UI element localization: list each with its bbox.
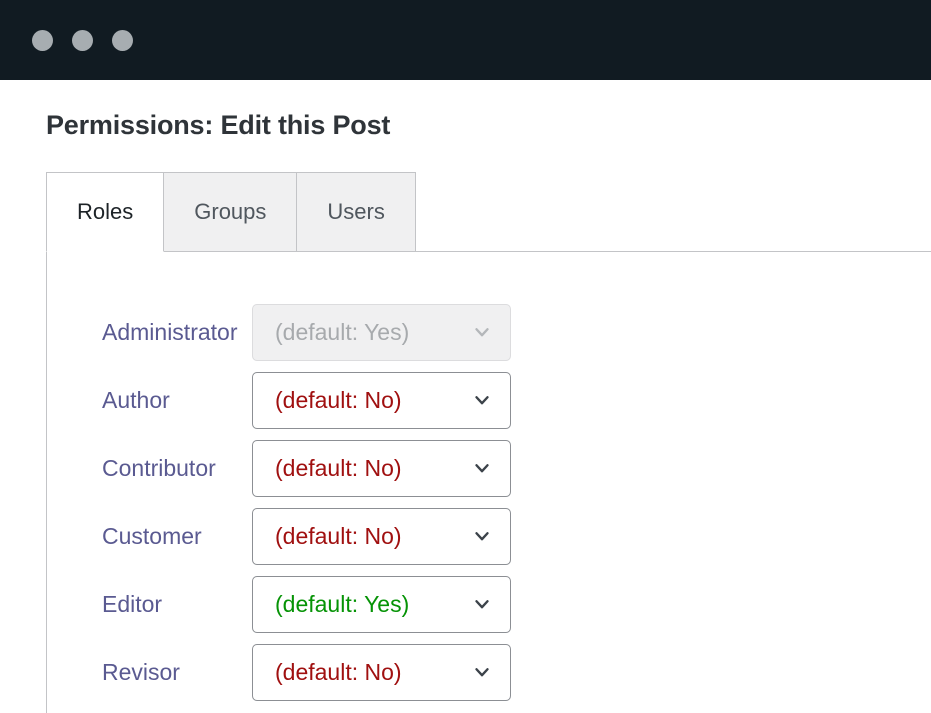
role-label-revisor: Revisor: [47, 659, 252, 686]
permission-value: (default: No): [275, 455, 402, 482]
chevron-down-icon: [471, 525, 493, 547]
permission-row: Contributor (default: No): [47, 434, 931, 502]
window-controls: [32, 30, 133, 51]
role-label-administrator: Administrator: [47, 319, 252, 346]
chevron-down-icon: [471, 661, 493, 683]
tab-list: Roles Groups Users: [46, 172, 931, 252]
permission-row: Administrator (default: Yes): [47, 298, 931, 366]
permission-value: (default: No): [275, 523, 402, 550]
role-label-editor: Editor: [47, 591, 252, 618]
permission-select-customer[interactable]: (default: No): [252, 508, 511, 565]
permission-value: (default: Yes): [275, 319, 409, 346]
permission-select-revisor[interactable]: (default: No): [252, 644, 511, 701]
permissions-list: Administrator (default: Yes) Author (defaul…: [47, 298, 931, 706]
role-label-contributor: Contributor: [47, 455, 252, 482]
permission-row: Author (default: No): [47, 366, 931, 434]
tab-roles[interactable]: Roles: [46, 172, 164, 252]
permission-select-editor[interactable]: (default: Yes): [252, 576, 511, 633]
tab-groups[interactable]: Groups: [163, 172, 297, 252]
permission-value: (default: No): [275, 387, 402, 414]
permission-select-administrator: (default: Yes): [252, 304, 511, 361]
tab-strip: Roles Groups Users: [0, 172, 931, 252]
roles-tab-panel: Administrator (default: Yes) Author (defaul…: [46, 252, 931, 713]
tab-users[interactable]: Users: [296, 172, 415, 252]
page-body: Permissions: Edit this Post Roles Groups U…: [0, 80, 931, 700]
permission-select-contributor[interactable]: (default: No): [252, 440, 511, 497]
chevron-down-icon: [471, 457, 493, 479]
tab-label: Roles: [77, 199, 133, 225]
chevron-down-icon: [471, 389, 493, 411]
permission-value: (default: No): [275, 659, 402, 686]
permission-value: (default: Yes): [275, 591, 409, 618]
chevron-down-icon: [471, 321, 493, 343]
role-label-customer: Customer: [47, 523, 252, 550]
tab-label: Users: [327, 199, 384, 225]
permission-select-author[interactable]: (default: No): [252, 372, 511, 429]
window-minimize-dot[interactable]: [72, 30, 93, 51]
chevron-down-icon: [471, 593, 493, 615]
permission-row: Editor (default: Yes): [47, 570, 931, 638]
window-title-bar: [0, 0, 931, 80]
permission-row: Revisor (default: No): [47, 638, 931, 706]
tab-label: Groups: [194, 199, 266, 225]
window-close-dot[interactable]: [32, 30, 53, 51]
permission-row: Customer (default: No): [47, 502, 931, 570]
window-maximize-dot[interactable]: [112, 30, 133, 51]
role-label-author: Author: [47, 387, 252, 414]
page-title: Permissions: Edit this Post: [0, 80, 931, 141]
